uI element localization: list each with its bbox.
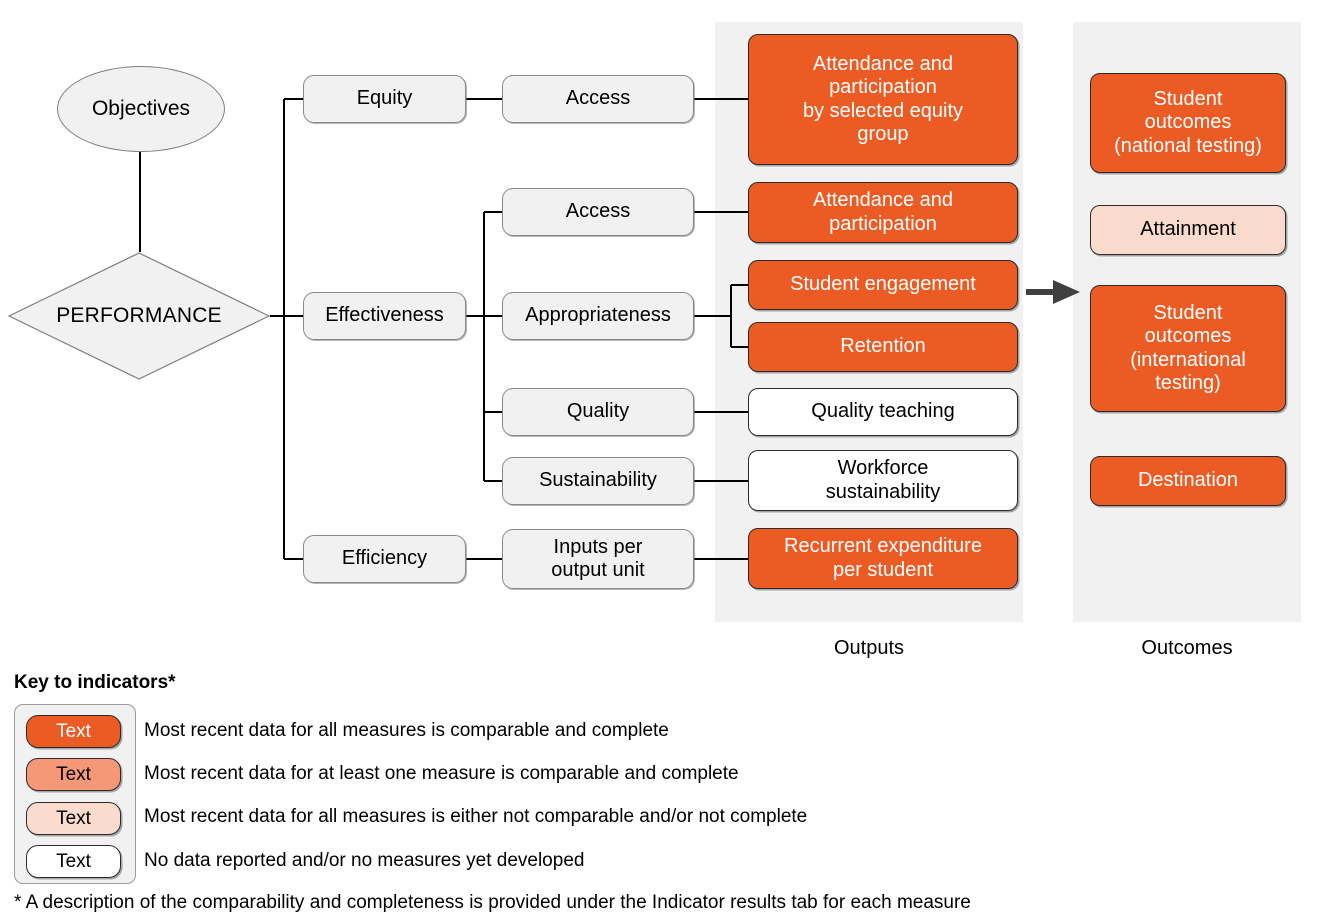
performance-label: PERFORMANCE bbox=[56, 304, 222, 327]
objectives-label: Objectives bbox=[91, 97, 191, 120]
output-attendance-participation[interactable]: Attendance and participation bbox=[748, 182, 1018, 243]
criterion-sustainability-label: Sustainability bbox=[539, 469, 657, 492]
outcome-attainment[interactable]: Attainment bbox=[1090, 205, 1286, 255]
criterion-access-effectiveness[interactable]: Access bbox=[502, 188, 694, 236]
outcome-student-outcomes-national-label: Student outcomes (national testing) bbox=[1114, 88, 1262, 157]
dimension-equity-label: Equity bbox=[356, 87, 413, 110]
diagram-canvas: Objectives PERFORMANCE Equity Effectiven… bbox=[0, 0, 1325, 920]
criterion-access-equity-label: Access bbox=[565, 87, 631, 110]
outcomes-panel-label: Outcomes bbox=[1141, 637, 1233, 659]
output-workforce-sustainability-label: Workforce sustainability bbox=[825, 457, 941, 503]
criterion-quality-label: Quality bbox=[566, 400, 630, 423]
output-retention[interactable]: Retention bbox=[748, 322, 1018, 372]
outcome-destination-label: Destination bbox=[1137, 469, 1239, 492]
outputs-panel-label: Outputs bbox=[833, 637, 905, 659]
output-quality-teaching[interactable]: Quality teaching bbox=[748, 388, 1018, 436]
performance-node: PERFORMANCE bbox=[8, 252, 270, 380]
output-attendance-participation-equity[interactable]: Attendance and participation by selected… bbox=[748, 34, 1018, 165]
flow-arrow-icon bbox=[1026, 280, 1080, 304]
output-recurrent-expenditure-per-student-label: Recurrent expenditure per student bbox=[784, 535, 982, 581]
criterion-sustainability[interactable]: Sustainability bbox=[502, 457, 694, 505]
dimension-effectiveness-label: Effectiveness bbox=[325, 304, 444, 327]
criterion-appropriateness[interactable]: Appropriateness bbox=[502, 292, 694, 340]
criterion-access-effectiveness-label: Access bbox=[565, 200, 631, 223]
output-student-engagement[interactable]: Student engagement bbox=[748, 260, 1018, 310]
dimension-efficiency-label: Efficiency bbox=[341, 547, 428, 570]
output-student-engagement-label: Student engagement bbox=[790, 273, 976, 296]
criterion-quality[interactable]: Quality bbox=[502, 388, 694, 436]
output-attendance-participation-equity-label: Attendance and participation by selected… bbox=[802, 53, 964, 145]
outcome-student-outcomes-national[interactable]: Student outcomes (national testing) bbox=[1090, 73, 1286, 173]
output-quality-teaching-label: Quality teaching bbox=[811, 400, 955, 423]
output-retention-label: Retention bbox=[840, 335, 926, 358]
criterion-access-equity[interactable]: Access bbox=[502, 75, 694, 123]
dimension-efficiency[interactable]: Efficiency bbox=[303, 535, 466, 583]
output-workforce-sustainability[interactable]: Workforce sustainability bbox=[748, 450, 1018, 511]
outcome-student-outcomes-international[interactable]: Student outcomes (international testing) bbox=[1090, 285, 1286, 412]
dimension-effectiveness[interactable]: Effectiveness bbox=[303, 292, 466, 340]
dimension-equity[interactable]: Equity bbox=[303, 75, 466, 123]
criterion-inputs-per-output-unit-label: Inputs per output unit bbox=[551, 535, 645, 581]
outcome-attainment-label: Attainment bbox=[1140, 218, 1236, 241]
output-recurrent-expenditure-per-student[interactable]: Recurrent expenditure per student bbox=[748, 528, 1018, 589]
outcome-destination[interactable]: Destination bbox=[1090, 456, 1286, 506]
objectives-node: Objectives bbox=[57, 66, 225, 152]
criterion-inputs-per-output-unit[interactable]: Inputs per output unit bbox=[502, 529, 694, 589]
criterion-appropriateness-label: Appropriateness bbox=[525, 304, 671, 327]
output-attendance-participation-label: Attendance and participation bbox=[812, 189, 954, 235]
outcome-student-outcomes-international-label: Student outcomes (international testing) bbox=[1130, 302, 1246, 394]
